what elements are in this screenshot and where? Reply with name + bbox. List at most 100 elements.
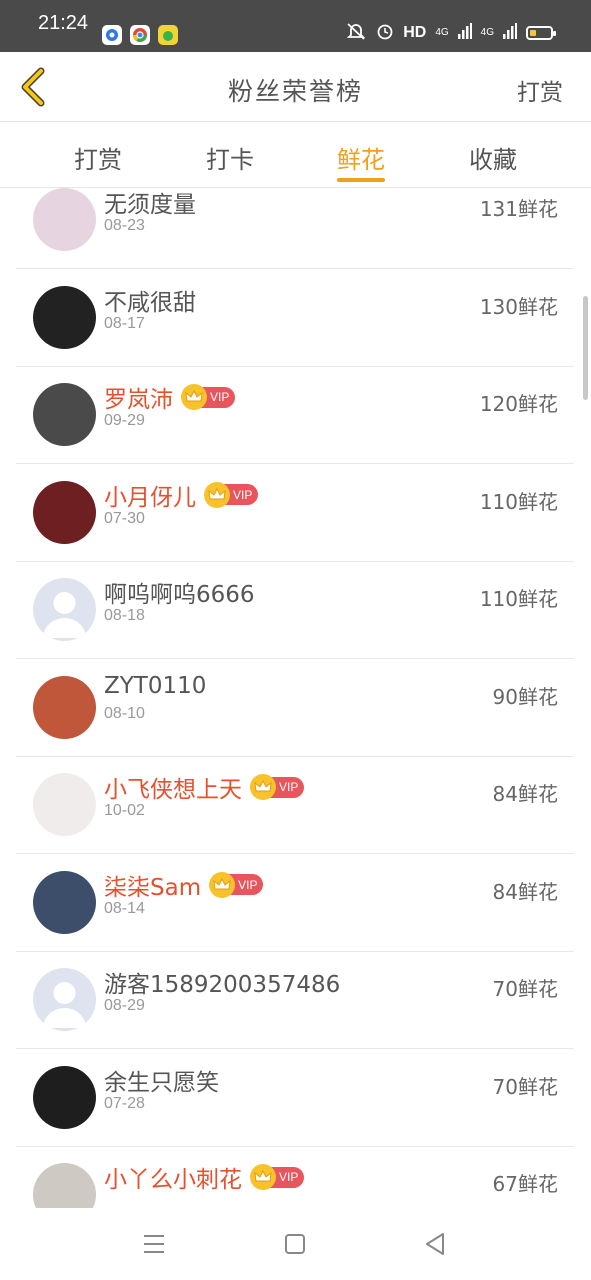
avatar[interactable] <box>33 285 96 349</box>
crown-icon <box>209 871 236 898</box>
status-time: 21:24 <box>38 12 89 34</box>
fan-row[interactable]: 罗岚沛 VIP 09-29 120鲜花 <box>16 366 574 464</box>
fan-date: 10-02 <box>104 802 145 819</box>
avatar[interactable] <box>33 870 96 934</box>
avatar[interactable] <box>33 188 96 251</box>
fan-date: 09-29 <box>104 412 145 429</box>
back-triangle-icon <box>426 1233 444 1255</box>
location-app-icon <box>102 25 122 45</box>
fan-name: 不咸很甜 <box>104 283 196 317</box>
fan-row[interactable]: 游客1589200357486 08-29 70鲜花 <box>16 951 574 1049</box>
crown-icon <box>181 384 207 410</box>
battery-icon <box>526 25 556 40</box>
crown-icon <box>250 774 276 800</box>
fan-row[interactable]: 小丫么小刺花 VIP 67鲜花 <box>16 1146 574 1208</box>
tab-favorites[interactable]: 收藏 <box>443 140 543 175</box>
fan-name-text: ZYT0110 <box>104 672 207 699</box>
avatar[interactable] <box>33 773 96 836</box>
fan-date: 08-10 <box>104 704 145 722</box>
flower-count: 90鲜花 <box>492 684 558 709</box>
avatar[interactable] <box>33 968 96 1031</box>
fan-date: 08-29 <box>104 997 145 1014</box>
chrome-app-icon <box>130 25 150 45</box>
fan-date: 08-23 <box>104 217 145 234</box>
hd-label: HD <box>403 23 427 41</box>
fan-row[interactable]: 不咸很甜 08-17 130鲜花 <box>16 269 574 367</box>
fan-row[interactable]: ZYT0110 08-10 90鲜花 <box>16 659 574 757</box>
tab-flowers[interactable]: 鲜花 <box>311 140 411 175</box>
app-header: 粉丝荣誉榜 打赏 <box>0 52 591 122</box>
fan-list[interactable]: 无须度量 08-23 131鲜花不咸很甜 08-17 130鲜花罗岚沛 VIP 09-29 1… <box>0 188 591 1208</box>
fan-date: 08-18 <box>104 607 145 624</box>
fan-row[interactable]: 无须度量 08-23 131鲜花 <box>16 188 574 269</box>
vip-label: VIP <box>279 780 299 794</box>
crown-icon <box>250 1164 276 1190</box>
avatar[interactable] <box>33 578 96 641</box>
status-right: HD 4G 4G <box>345 22 556 43</box>
fan-name: 游客1589200357486 <box>104 965 340 999</box>
fan-name-text: 不咸很甜 <box>104 289 196 316</box>
avatar[interactable] <box>33 1163 96 1208</box>
vip-badge: VIP <box>250 774 305 800</box>
flower-count: 110鲜花 <box>479 489 558 514</box>
fan-name-text: 游客1589200357486 <box>104 972 341 998</box>
avatar[interactable] <box>33 383 96 446</box>
fan-row[interactable]: 小月伢儿 VIP 07-30 110鲜花 <box>16 464 574 562</box>
tab-checkin[interactable]: 打卡 <box>180 140 280 175</box>
fan-name-text: 小月伢儿 <box>104 484 196 511</box>
fan-name: ZYT0110 <box>104 673 206 699</box>
page-title: 粉丝荣誉榜 <box>227 77 363 106</box>
fan-name: 小丫么小刺花 VIP <box>104 1160 305 1194</box>
fan-name: 罗岚沛 VIP <box>104 380 236 414</box>
fan-row[interactable]: 余生只愿笑 07-28 70鲜花 <box>16 1049 574 1147</box>
network-1-label: 4G <box>435 27 449 38</box>
avatar[interactable] <box>33 480 96 544</box>
home-nav-button[interactable] <box>277 1226 313 1262</box>
notification-icons <box>102 25 178 45</box>
crown-icon <box>204 481 230 508</box>
fan-name-text: 小丫么小刺花 <box>104 1167 242 1193</box>
vip-badge: VIP <box>181 384 236 410</box>
tab-reward[interactable]: 打赏 <box>48 140 148 175</box>
fan-row[interactable]: 啊呜啊呜6666 08-18 110鲜花 <box>16 561 574 659</box>
flower-count: 130鲜花 <box>479 294 558 319</box>
tab-bar: 打赏 打卡 鲜花 收藏 <box>0 122 591 188</box>
vip-label: VIP <box>210 390 230 404</box>
avatar[interactable] <box>33 1065 96 1129</box>
fan-name: 小月伢儿 VIP <box>104 478 259 512</box>
vip-label: VIP <box>279 1170 299 1184</box>
fan-name: 余生只愿笑 <box>104 1063 219 1097</box>
flower-count: 110鲜花 <box>479 587 558 611</box>
vip-badge: VIP <box>209 871 264 898</box>
flower-count: 120鲜花 <box>479 392 558 416</box>
green-app-icon <box>158 25 178 45</box>
scrollbar[interactable] <box>583 296 588 400</box>
flower-count: 131鲜花 <box>479 197 558 221</box>
flower-count: 84鲜花 <box>492 879 558 904</box>
vip-badge: VIP <box>204 481 259 508</box>
network-2-label: 4G <box>480 27 494 38</box>
fan-name: 啊呜啊呜6666 <box>104 575 255 609</box>
signal-1-icon <box>457 23 472 42</box>
fan-date: 07-30 <box>104 509 145 527</box>
active-tab-indicator <box>337 178 385 182</box>
fan-row[interactable]: 柒柒Sam VIP 08-14 84鲜花 <box>16 854 574 952</box>
fan-row[interactable]: 小飞侠想上天 VIP 10-02 84鲜花 <box>16 756 574 854</box>
home-square-icon <box>285 1234 305 1254</box>
reward-button[interactable]: 打赏 <box>517 73 563 107</box>
flower-count: 67鲜花 <box>492 1172 558 1196</box>
flower-count: 70鲜花 <box>492 1074 558 1099</box>
avatar[interactable] <box>33 675 96 739</box>
signal-2-icon <box>503 23 517 42</box>
fan-name-text: 罗岚沛 <box>104 387 173 413</box>
mute-icon <box>345 22 367 43</box>
fan-name-text: 无须度量 <box>104 192 196 218</box>
status-bar: 21:24 HD 4G 4G <box>0 0 591 52</box>
fan-name-text: 柒柒Sam <box>104 874 202 901</box>
fan-name: 小飞侠想上天 VIP <box>104 770 305 804</box>
menu-nav-button[interactable] <box>136 1226 172 1262</box>
fan-name: 柒柒Sam VIP <box>104 868 264 902</box>
menu-icon <box>144 1235 164 1253</box>
vip-label: VIP <box>233 487 253 502</box>
back-nav-button[interactable] <box>417 1226 453 1262</box>
